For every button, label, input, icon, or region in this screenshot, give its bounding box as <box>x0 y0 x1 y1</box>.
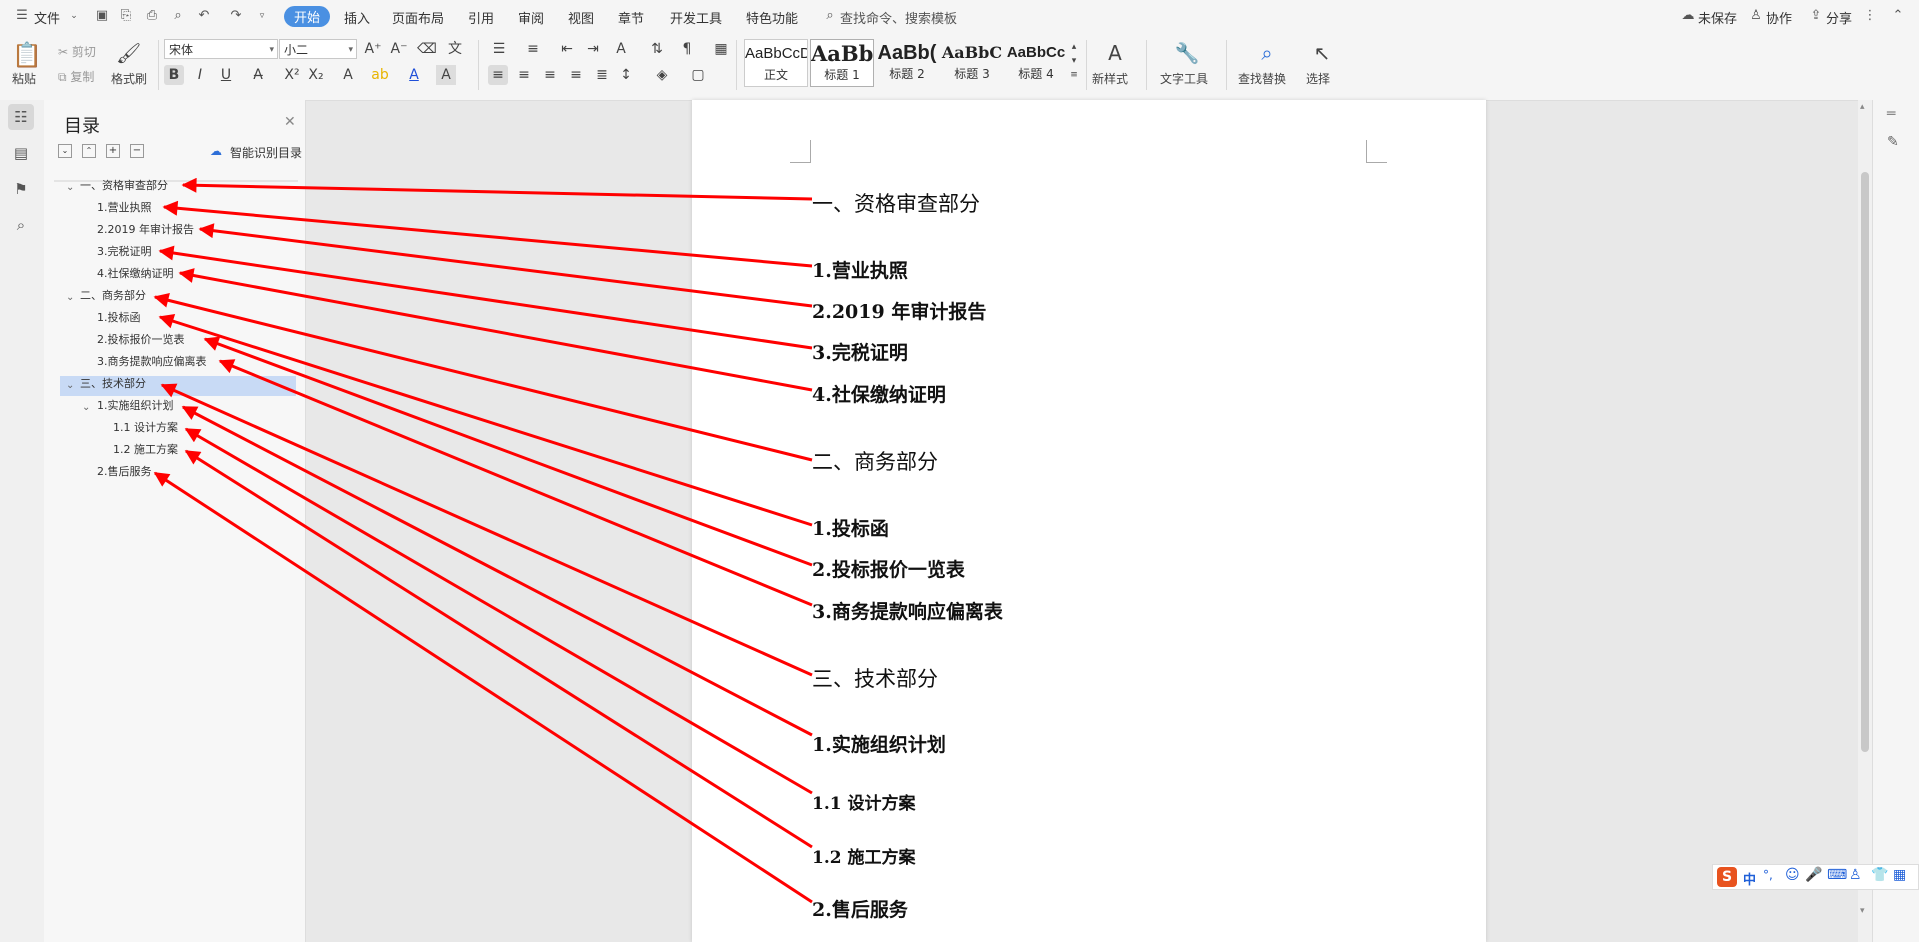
vertical-scrollbar[interactable]: ▴ ▾ <box>1858 100 1872 942</box>
arrow <box>184 449 813 849</box>
sogou-logo-icon[interactable]: S <box>1717 867 1737 887</box>
keyboard-icon[interactable]: ⌨ <box>1827 867 1847 883</box>
skin-icon[interactable]: 👕 <box>1871 867 1888 883</box>
scroll-down-icon[interactable]: ▾ <box>1860 906 1865 916</box>
grid-icon[interactable]: ▦ <box>1893 867 1906 883</box>
arrow <box>184 427 813 795</box>
arrow <box>158 313 813 527</box>
pen-icon[interactable]: ✎ <box>1887 134 1899 150</box>
emoji-icon[interactable]: ☺ <box>1785 867 1800 883</box>
arrow <box>181 177 813 201</box>
mic-icon[interactable]: 🎤 <box>1805 867 1822 883</box>
collapse-icon[interactable]: ═ <box>1887 106 1895 122</box>
arrow-overlay <box>153 177 813 904</box>
scroll-up-icon[interactable]: ▴ <box>1860 102 1865 112</box>
arrow <box>153 292 813 462</box>
right-sidebar: ═ ✎ <box>1872 100 1919 942</box>
ime-mode[interactable]: 中 <box>1743 869 1756 888</box>
arrow <box>153 471 813 904</box>
arrow <box>218 359 813 607</box>
scroll-thumb[interactable] <box>1861 172 1869 752</box>
arrow <box>181 405 813 737</box>
arrow <box>178 268 813 392</box>
punctuation-icon[interactable]: °, <box>1763 868 1773 882</box>
user-icon[interactable]: ♙ <box>1849 867 1862 883</box>
ime-toolbar: S 中 °, ☺ 🎤 ⌨ ♙ 👕 ▦ <box>1712 864 1919 890</box>
